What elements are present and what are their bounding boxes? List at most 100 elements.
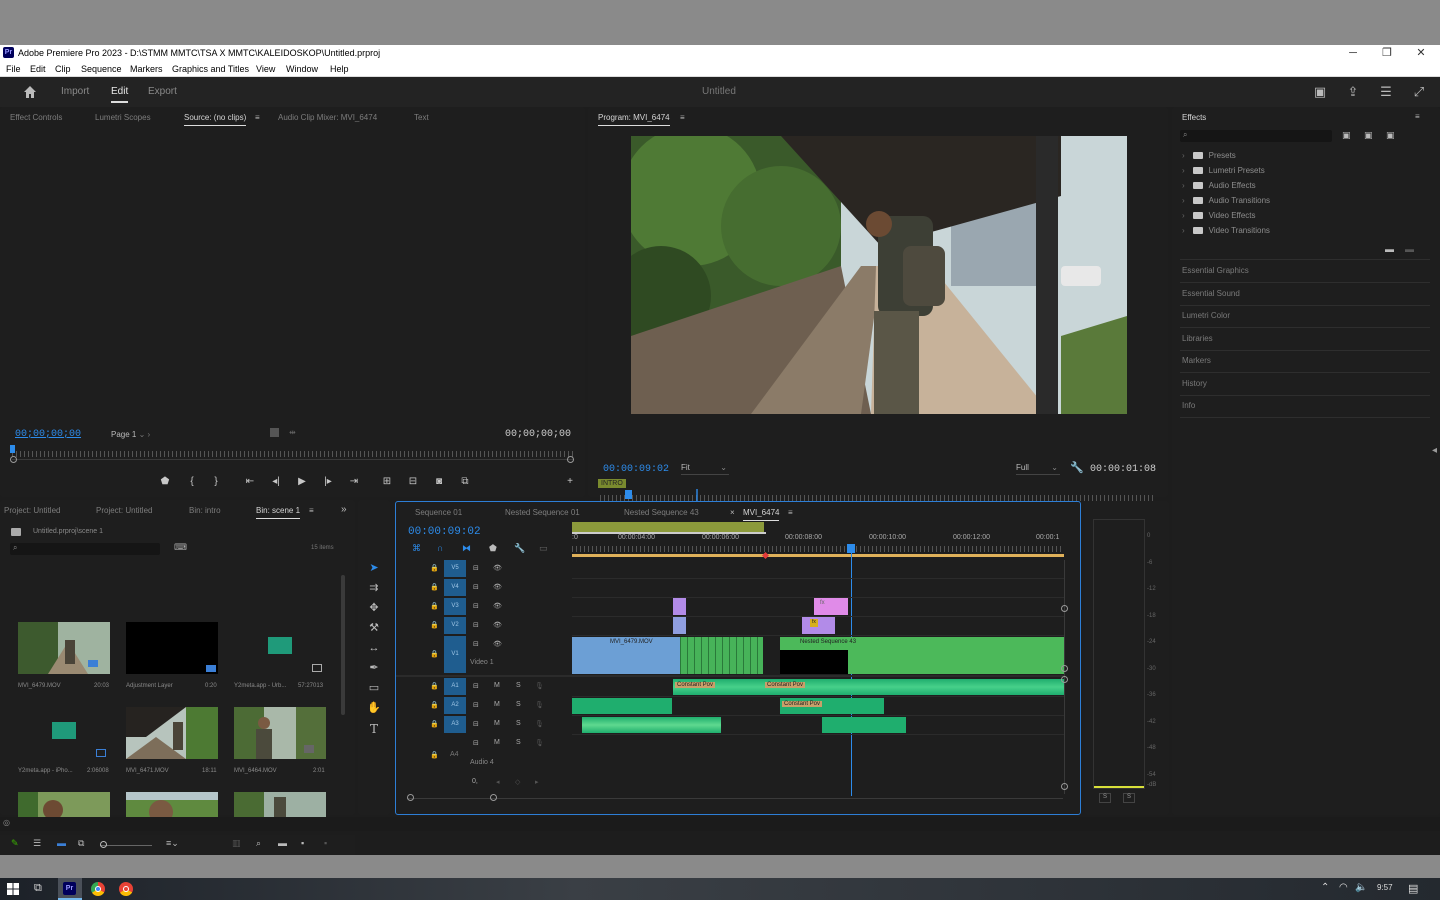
find-icon[interactable]: ⌨ xyxy=(174,542,187,553)
source-menu-icon[interactable]: ≡ xyxy=(255,113,260,122)
taskbar-premiere-button[interactable]: Pr xyxy=(58,878,82,900)
sync-lock-icon[interactable]: ⊟ xyxy=(473,621,479,629)
thumbnail-adjustment-layer[interactable] xyxy=(126,622,218,674)
new-bin-icon[interactable]: ▬ xyxy=(278,838,287,848)
folder-audio-transitions[interactable]: › Audio Transitions xyxy=(1182,196,1270,205)
zoom-slider-handle[interactable] xyxy=(100,841,107,848)
menu-window[interactable]: Window xyxy=(286,64,318,74)
sync-lock-icon[interactable]: ⊟ xyxy=(473,640,479,648)
effects-menu-icon[interactable]: ≡ xyxy=(1415,112,1420,121)
clip-v1-mvi-6479[interactable]: MVI_6479.MOV xyxy=(572,637,680,674)
hand-tool-icon[interactable]: ✋ xyxy=(366,700,382,716)
panel-expand-icon[interactable]: ◂ xyxy=(1432,445,1437,456)
program-video-frame[interactable] xyxy=(631,136,1127,414)
timeline-zoom-handle-left[interactable] xyxy=(407,794,414,801)
section-history[interactable]: History xyxy=(1182,379,1207,388)
clip-a3-audio-1[interactable] xyxy=(582,717,721,733)
clip-v3-adjustment[interactable] xyxy=(673,598,686,615)
linked-selection-icon[interactable]: ⧓ xyxy=(462,543,471,554)
source-clip-icon[interactable] xyxy=(270,428,279,437)
mic-icon[interactable]: 🎙 xyxy=(535,720,544,728)
delete-icon[interactable]: ▪ xyxy=(324,838,327,848)
source-zoom-handle-right[interactable] xyxy=(567,456,574,463)
tab-effect-controls[interactable]: Effect Controls xyxy=(10,113,62,122)
timeline-scrollbar[interactable] xyxy=(407,798,1063,799)
page-selector[interactable]: Page 1 ⌄ › xyxy=(111,430,150,439)
find-icon[interactable]: ⌕ xyxy=(256,838,261,849)
project-scrollbar[interactable] xyxy=(341,575,345,715)
lock-icon[interactable]: 🔒 xyxy=(430,583,439,591)
thumbnail-mvi-6479[interactable] xyxy=(18,622,110,674)
sync-lock-icon[interactable]: ⊟ xyxy=(473,739,479,747)
intro-marker[interactable]: INTRO xyxy=(598,479,626,488)
vscroll-handle-top[interactable] xyxy=(1061,605,1068,612)
sync-lock-icon[interactable]: ⊟ xyxy=(473,720,479,728)
delete-icon[interactable]: ▬ xyxy=(1405,244,1414,254)
play-icon[interactable]: ▶ xyxy=(295,476,309,487)
track-target-v2[interactable]: V2 xyxy=(444,617,466,634)
thumbnail-y2meta-urb[interactable] xyxy=(234,622,326,674)
lock-icon[interactable]: 🔒 xyxy=(430,621,439,629)
insert-icon[interactable]: ⊞ xyxy=(380,476,394,487)
track-target-a3[interactable]: A3 xyxy=(444,716,466,733)
settings-wrench-icon[interactable]: 🔧 xyxy=(1070,461,1084,474)
lock-icon[interactable]: 🔒 xyxy=(430,682,439,690)
folder-presets[interactable]: › Presets xyxy=(1182,151,1236,160)
eye-icon[interactable]: 👁 xyxy=(493,621,502,629)
program-menu-icon[interactable]: ≡ xyxy=(680,113,685,122)
tab-lumetri-scopes[interactable]: Lumetri Scopes xyxy=(95,113,151,122)
notification-icon[interactable]: ▤ xyxy=(1408,882,1418,895)
bin-menu-icon[interactable]: ≡ xyxy=(309,506,314,515)
add-marker-icon[interactable]: ⬟ xyxy=(489,543,497,554)
solo-button[interactable]: S xyxy=(516,701,521,708)
go-to-out-icon[interactable]: ⇥ xyxy=(347,476,361,487)
program-playhead[interactable] xyxy=(625,490,632,499)
tab-sequence-01[interactable]: Sequence 01 xyxy=(415,508,462,517)
maximize-button[interactable]: ❐ xyxy=(1370,45,1404,62)
lock-icon[interactable]: 🔒 xyxy=(430,701,439,709)
thumbnail-mvi-6464[interactable] xyxy=(234,707,326,759)
section-lumetri-color[interactable]: Lumetri Color xyxy=(1182,311,1230,320)
tab-bin-intro[interactable]: Bin: intro xyxy=(189,506,221,515)
home-icon[interactable] xyxy=(22,84,38,100)
source-timecode[interactable]: 00;00;00;00 xyxy=(15,429,81,440)
lock-icon[interactable]: 🔒 xyxy=(430,650,439,658)
step-back-icon[interactable]: ◂| xyxy=(269,476,283,487)
new-bin-icon[interactable]: ▬ xyxy=(1385,244,1394,254)
folder-lumetri-presets[interactable]: › Lumetri Presets xyxy=(1182,166,1265,175)
add-marker-icon[interactable]: ⬟ xyxy=(158,476,172,487)
menu-edit[interactable]: Edit xyxy=(30,64,46,74)
mute-button[interactable]: M xyxy=(494,720,500,727)
clip-v2-adjustment[interactable] xyxy=(673,617,686,634)
new-item-icon[interactable]: ▪ xyxy=(301,838,304,848)
write-lock-icon[interactable]: ✎ xyxy=(11,838,19,849)
32bit-effects-icon[interactable]: ▣ xyxy=(1364,130,1373,141)
share-icon[interactable]: ⇪ xyxy=(1344,83,1362,101)
sync-lock-icon[interactable]: ⊟ xyxy=(473,583,479,591)
solo-button[interactable]: S xyxy=(516,739,521,746)
tray-chevron-icon[interactable]: ⌃ xyxy=(1321,882,1329,893)
tab-project-untitled[interactable]: Project: Untitled xyxy=(4,506,60,515)
automate-icon[interactable]: ▥ xyxy=(232,838,241,849)
clip-a1-audio[interactable]: Constant Pov Constant Pov xyxy=(673,679,1064,695)
snap-icon[interactable]: ∩ xyxy=(437,543,443,553)
sort-icon[interactable]: ≡⌄ xyxy=(166,838,179,849)
menu-graphics[interactable]: Graphics and Titles xyxy=(172,64,249,74)
solo-left-button[interactable]: S xyxy=(1099,793,1111,803)
tab-bin-scene-1[interactable]: Bin: scene 1 xyxy=(256,506,301,519)
tab-export[interactable]: Export xyxy=(148,86,177,97)
minimize-button[interactable]: ─ xyxy=(1336,45,1370,62)
razor-tool-icon[interactable]: ⚒ xyxy=(366,620,382,636)
menu-clip[interactable]: Clip xyxy=(55,64,71,74)
fullscreen-icon[interactable]: ⤢ xyxy=(1410,83,1428,101)
source-playhead[interactable] xyxy=(10,445,15,453)
eye-icon[interactable]: 👁 xyxy=(493,640,502,648)
slip-tool-icon[interactable]: ↔ xyxy=(366,640,382,656)
eye-icon[interactable]: 👁 xyxy=(493,564,502,572)
nest-toggle-icon[interactable]: ⌘ xyxy=(412,543,421,554)
track-target-a2[interactable]: A2 xyxy=(444,697,466,714)
captions-icon[interactable]: ▭ xyxy=(539,543,548,554)
sync-lock-icon[interactable]: ⊟ xyxy=(473,602,479,610)
timeline-timecode[interactable]: 00:00:09:02 xyxy=(408,526,481,538)
step-forward-icon[interactable]: |▸ xyxy=(321,476,335,487)
